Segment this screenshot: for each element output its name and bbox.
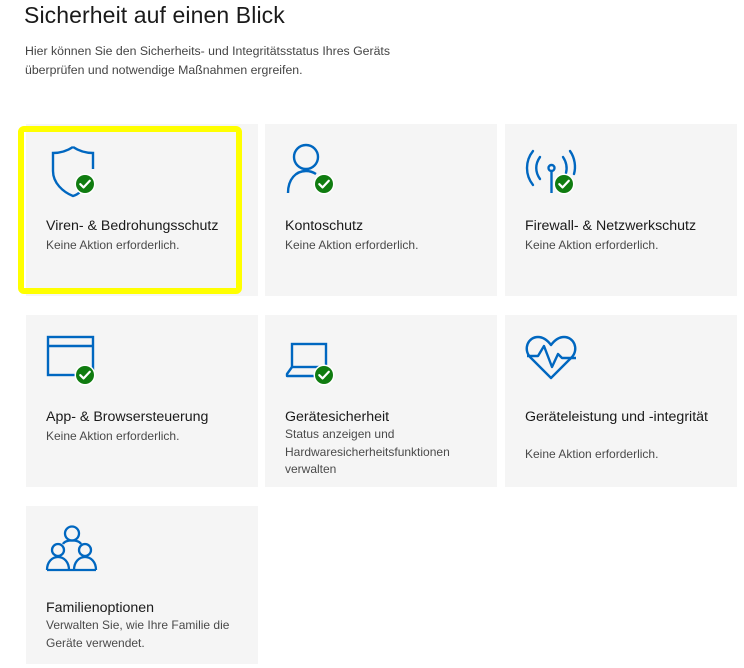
- tile-account-protection[interactable]: Kontoschutz Keine Aktion erforderlich.: [265, 124, 497, 296]
- person-check-icon: [284, 143, 338, 195]
- tile-status: Keine Aktion erforderlich.: [525, 447, 659, 461]
- tile-title: Gerätesicherheit: [285, 409, 390, 425]
- tile-title: Viren- & Bedrohungsschutz: [46, 218, 219, 234]
- tile-device-security[interactable]: Gerätesicherheit Status anzeigen und Har…: [265, 315, 497, 487]
- tile-status: Keine Aktion erforderlich.: [46, 238, 180, 252]
- tile-title: Firewall- & Netzwerkschutz: [525, 218, 697, 234]
- tile-title: App- & Browsersteuerung: [46, 409, 209, 425]
- tile-status: Status anzeigen und Hardwaresicherheitsf…: [285, 427, 450, 476]
- tile-firewall-network-protection[interactable]: Firewall- & Netzwerkschutz Keine Aktion …: [505, 124, 737, 296]
- tile-title: Familienoptionen: [46, 600, 155, 616]
- tile-virus-threat-protection[interactable]: Viren- & Bedrohungsschutz Keine Aktion e…: [26, 124, 258, 296]
- tile-status: Keine Aktion erforderlich.: [46, 429, 180, 443]
- heart-pulse-icon: [524, 334, 578, 384]
- page-subtitle: Hier können Sie den Sicherheits- und Int…: [25, 44, 390, 77]
- tile-device-performance-health[interactable]: Geräteleistung und -integrität Keine Akt…: [505, 315, 737, 487]
- family-icon: [45, 525, 99, 575]
- tile-family-options[interactable]: Familienoptionen Verwalten Sie, wie Ihre…: [26, 506, 258, 664]
- tile-app-browser-control[interactable]: App- & Browsersteuerung Keine Aktion erf…: [26, 315, 258, 487]
- page-title: Sicherheit auf einen Blick: [24, 2, 285, 28]
- wifi-tower-check-icon: [524, 143, 578, 195]
- shield-check-icon: [45, 143, 99, 198]
- tile-status: Keine Aktion erforderlich.: [285, 238, 419, 252]
- tile-status: Keine Aktion erforderlich.: [525, 238, 659, 252]
- tile-title: Kontoschutz: [285, 218, 364, 234]
- tile-status: Verwalten Sie, wie Ihre Familie die Gerä…: [46, 618, 230, 650]
- app-window-check-icon: [45, 334, 99, 386]
- laptop-check-icon: [284, 334, 338, 386]
- tile-title: Geräteleistung und -integrität: [525, 409, 708, 425]
